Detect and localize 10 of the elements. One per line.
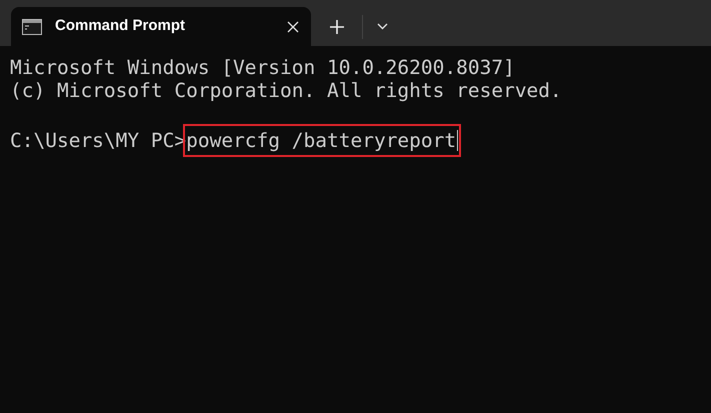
text-cursor xyxy=(457,130,458,151)
console-line: Microsoft Windows [Version 10.0.26200.8037] xyxy=(10,56,515,79)
terminal-icon xyxy=(22,18,42,34)
tab-title: Command Prompt xyxy=(55,16,186,36)
command-text: powercfg /batteryreport xyxy=(184,125,460,156)
plus-icon[interactable] xyxy=(330,20,344,34)
console-line: (c) Microsoft Corporation. All rights reserved. xyxy=(10,79,562,102)
chevron-down-icon[interactable] xyxy=(377,23,388,30)
tab[interactable]: Command Prompt xyxy=(11,7,311,46)
close-icon[interactable] xyxy=(287,20,299,32)
